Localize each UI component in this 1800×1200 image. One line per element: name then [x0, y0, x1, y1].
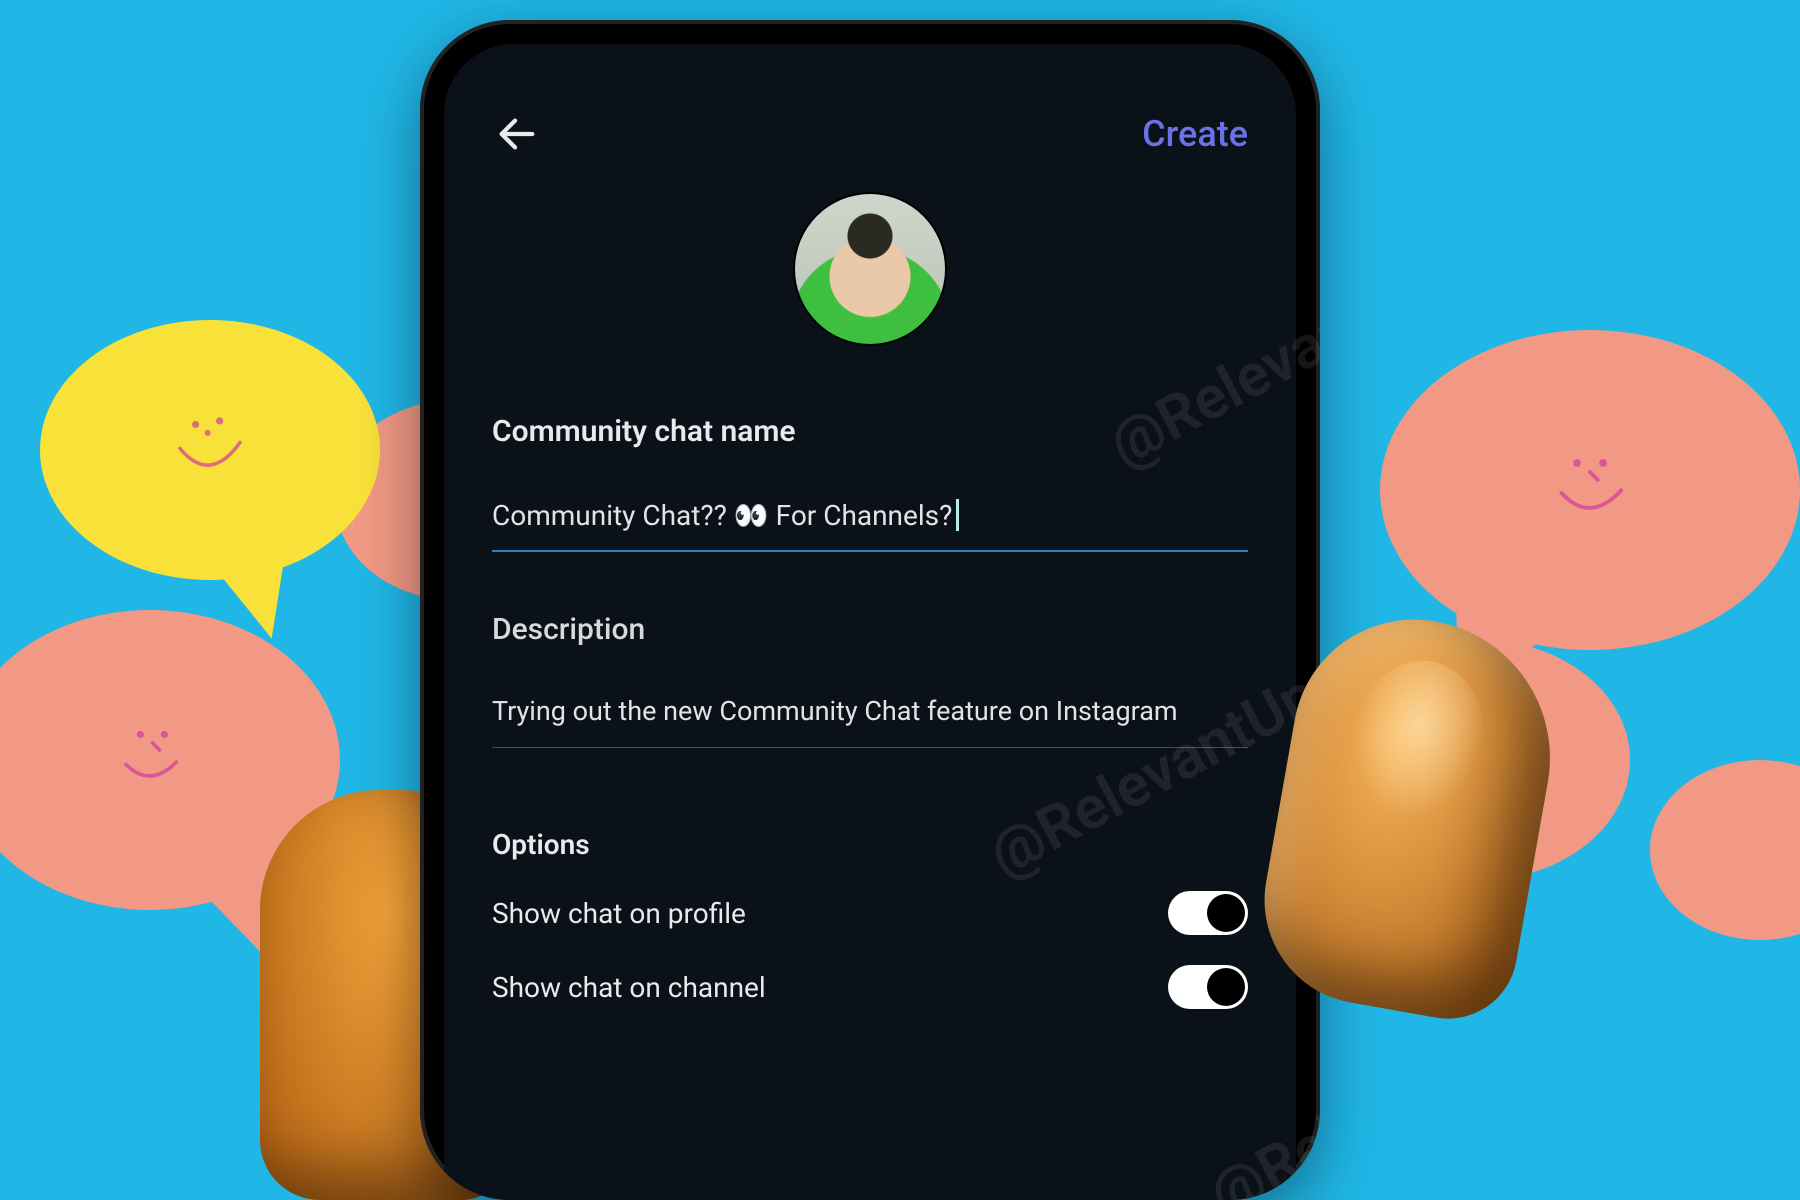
illustration-stage: Create Community chat name Description O… [0, 0, 1800, 1200]
phone-screen: Create Community chat name Description O… [444, 44, 1296, 1200]
community-chat-name-input[interactable] [492, 499, 1248, 552]
smiley-face-icon [150, 383, 270, 518]
description-label: Description [492, 612, 1248, 647]
community-chat-name-label: Community chat name [492, 414, 1248, 449]
description-input[interactable] [492, 695, 1248, 748]
speech-bubble-pink [1380, 330, 1800, 650]
option-label: Show chat on profile [492, 897, 746, 930]
options-label: Options [492, 828, 1248, 861]
text-cursor [956, 499, 959, 531]
option-row-show-on-channel: Show chat on channel [492, 965, 1248, 1009]
phone-frame: Create Community chat name Description O… [420, 20, 1320, 1200]
create-button[interactable]: Create [1142, 113, 1248, 155]
smiley-face-icon [1525, 418, 1655, 563]
toggle-show-on-profile[interactable] [1168, 891, 1248, 935]
toggle-show-on-channel[interactable] [1168, 965, 1248, 1009]
avatar[interactable] [795, 194, 945, 344]
option-row-show-on-profile: Show chat on profile [492, 891, 1248, 935]
option-label: Show chat on channel [492, 971, 766, 1004]
speech-bubble-yellow [40, 320, 380, 580]
back-button[interactable] [492, 109, 542, 159]
smiley-face-icon [90, 693, 210, 828]
top-bar: Create [492, 104, 1248, 164]
speech-bubble-pink [1650, 760, 1800, 940]
arrow-left-icon [494, 111, 540, 157]
